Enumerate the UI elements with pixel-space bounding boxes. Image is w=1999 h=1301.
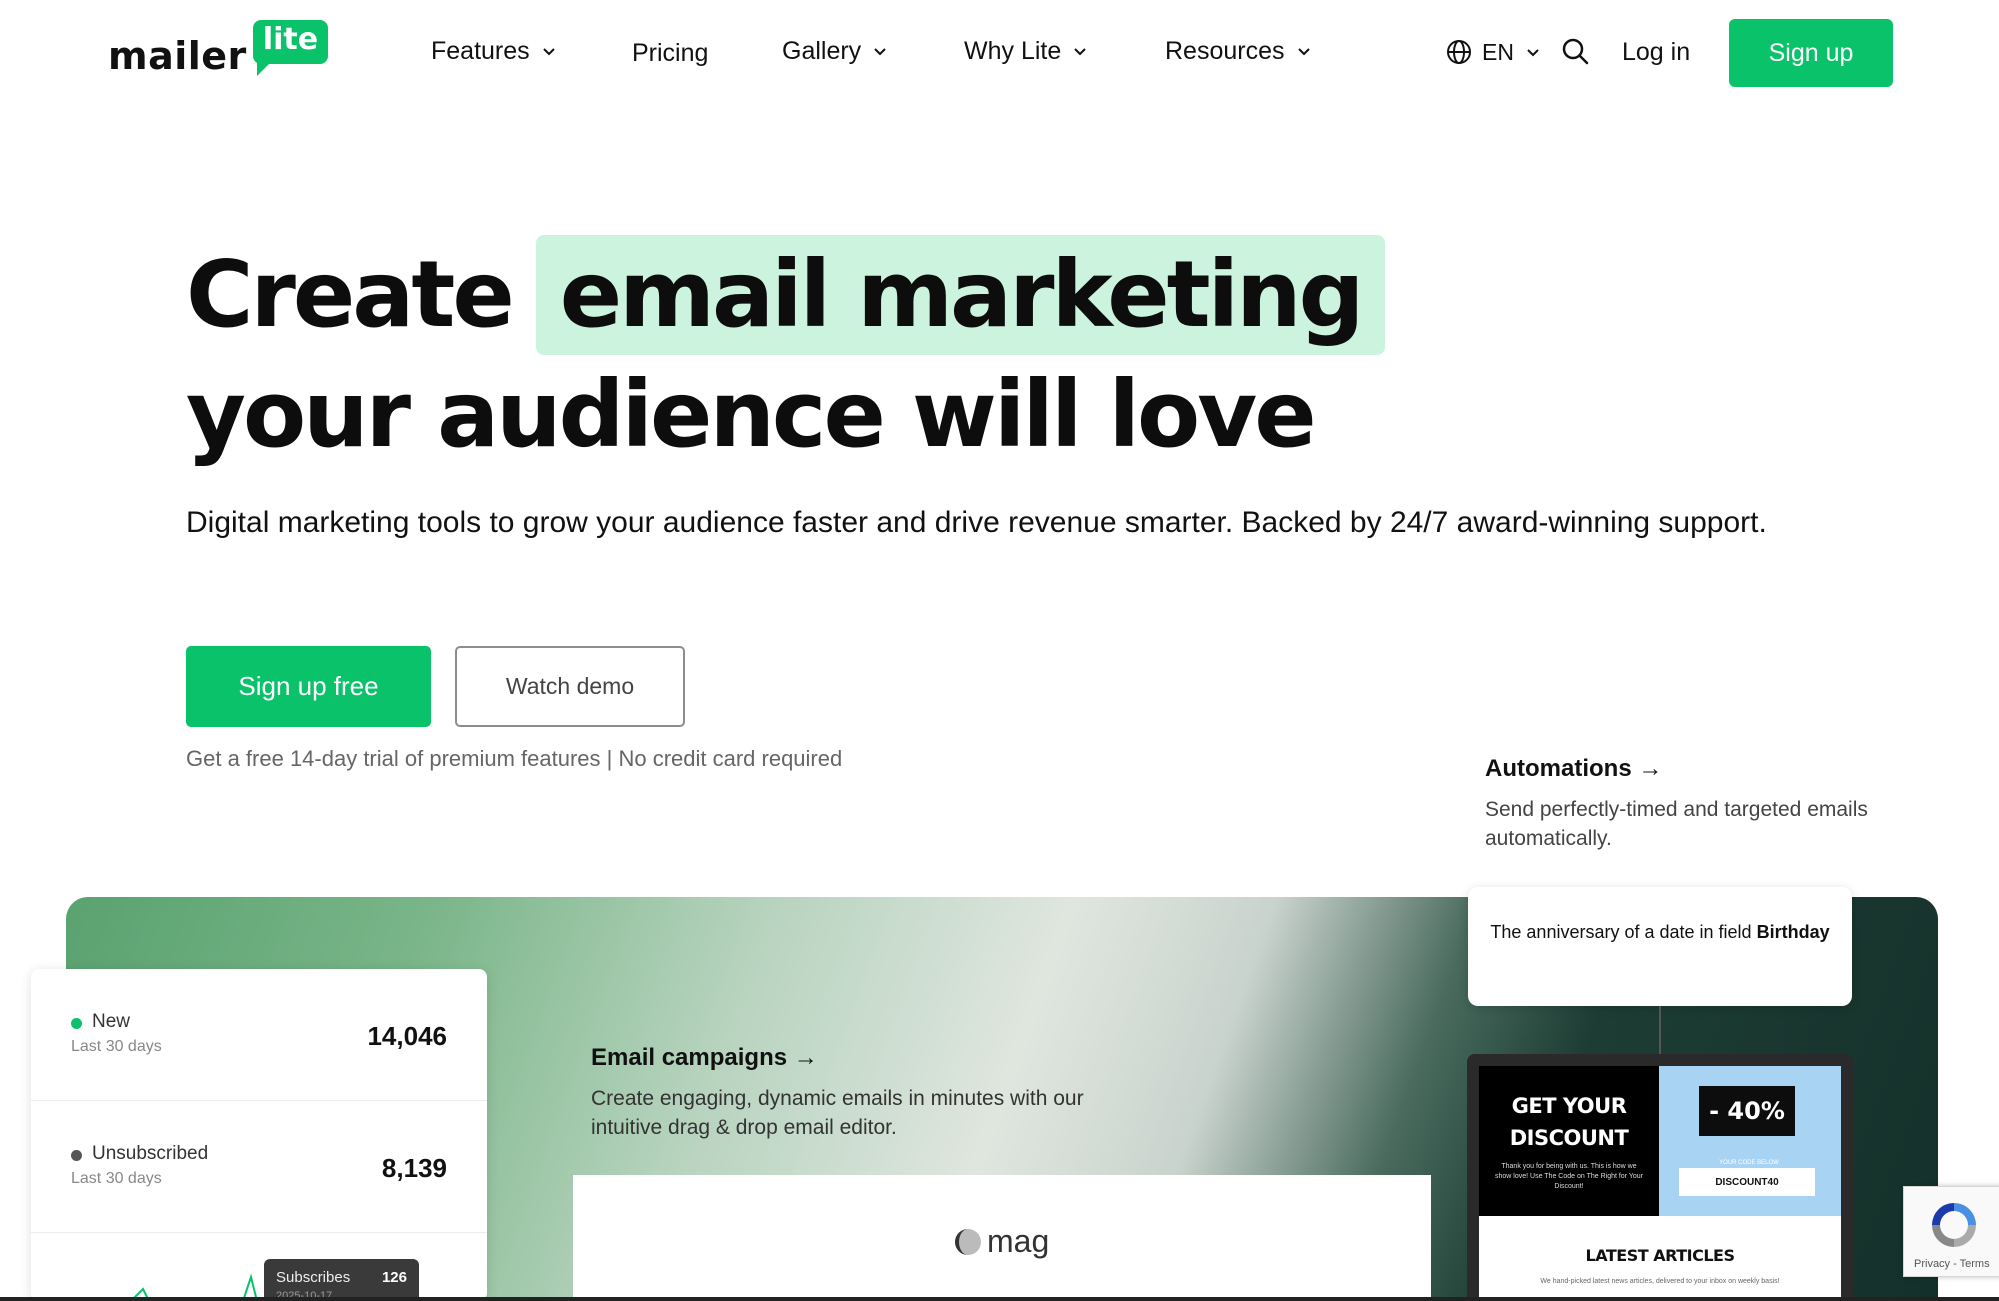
code-label: YOUR CODE BELOW — [1719, 1160, 1779, 1166]
headline-pre: Create — [186, 241, 515, 348]
nav-resources-label: Resources — [1165, 36, 1285, 65]
globe-icon — [1447, 40, 1471, 64]
nav-gallery-label: Gallery — [782, 36, 862, 65]
nav-gallery[interactable]: Gallery — [782, 34, 887, 68]
discount-percent: - 40% — [1699, 1086, 1795, 1136]
headline-line-1: Create email marketing — [186, 235, 1386, 355]
discount-code: DISCOUNT40 — [1679, 1168, 1815, 1196]
chart-tooltip: Subscribes 126 2025-10-17 — [264, 1259, 419, 1301]
nav-why-lite[interactable]: Why Lite — [964, 34, 1087, 68]
status-dot-green — [71, 1018, 82, 1029]
automations-description: Send perfectly-timed and targeted emails… — [1485, 798, 1868, 850]
signup-free-button[interactable]: Sign up free — [186, 646, 431, 727]
tooltip-value: 126 — [381, 1269, 407, 1286]
nav-features[interactable]: Features — [431, 34, 556, 68]
latest-articles-sub: We hand-picked latest news articles, del… — [1540, 1278, 1780, 1285]
automation-connector — [1659, 1006, 1661, 1054]
stat-label: Unsubscribed — [92, 1143, 209, 1164]
recaptcha-icon — [1932, 1203, 1976, 1247]
chevron-down-icon — [1297, 48, 1310, 56]
nav-pricing-label: Pricing — [632, 38, 709, 67]
login-link[interactable]: Log in — [1622, 36, 1690, 68]
nav-why-lite-label: Why Lite — [964, 36, 1062, 65]
tooltip-label: Subscribes — [276, 1269, 351, 1286]
language-label: EN — [1482, 38, 1514, 65]
half-moon-icon — [955, 1228, 981, 1255]
watch-demo-button[interactable]: Watch demo — [455, 646, 685, 727]
chevron-down-icon — [1527, 49, 1539, 57]
recaptcha-links[interactable]: Privacy - Terms — [1914, 1258, 1990, 1270]
mag-brand: mag — [953, 1223, 1049, 1260]
recaptcha-badge[interactable]: Privacy - Terms — [1903, 1186, 1999, 1277]
nav-pricing[interactable]: Pricing — [632, 36, 708, 70]
stat-period: Last 30 days — [71, 1170, 162, 1187]
trigger-field: Birthday — [1756, 922, 1830, 942]
trial-note: Get a free 14-day trial of premium featu… — [186, 746, 843, 771]
chevron-down-icon — [542, 48, 555, 56]
email-campaigns-link[interactable]: Email campaigns → — [591, 1044, 818, 1072]
status-dot-gray — [71, 1150, 82, 1161]
viewport-bottom-edge — [0, 1297, 1999, 1301]
signup-button[interactable]: Sign up — [1729, 19, 1893, 87]
trigger-text: The anniversary of a date in field Birth… — [1468, 921, 1852, 944]
discount-panel: GET YOUR DISCOUNT Thank you for being wi… — [1479, 1066, 1659, 1216]
email-campaigns-description: Create engaging, dynamic emails in minut… — [591, 1087, 1084, 1139]
discount-headline: GET YOUR DISCOUNT — [1509, 1094, 1629, 1150]
hero-headline: Create email marketing your audience wil… — [186, 235, 1386, 475]
stat-row-unsubscribed: Unsubscribed Last 30 days 8,139 — [31, 1101, 487, 1233]
logo-word: mailer — [108, 34, 247, 78]
mag-brand-label: mag — [987, 1223, 1050, 1259]
search-icon[interactable] — [1560, 36, 1590, 66]
nav-resources[interactable]: Resources — [1165, 34, 1311, 68]
automations-link[interactable]: Automations → — [1485, 755, 1662, 783]
latest-articles-heading: LATEST ARTICLES — [1585, 1246, 1735, 1265]
site-header: mailer lite Features Pricing Gallery Why… — [0, 0, 1999, 104]
hero-subtext: Digital marketing tools to grow your aud… — [186, 506, 1767, 539]
stat-value: 14,046 — [367, 1021, 447, 1051]
chevron-down-icon — [874, 48, 886, 56]
subscriber-stats-card: New Last 30 days 14,046 Unsubscribed Las… — [31, 969, 487, 1301]
trigger-text-pre: The anniversary of a date in field — [1490, 922, 1752, 942]
automation-trigger-card: The anniversary of a date in field Birth… — [1468, 887, 1852, 1006]
stat-row-new: New Last 30 days 14,046 — [31, 969, 487, 1101]
email-editor-preview: mag — [573, 1175, 1431, 1301]
stat-period: Last 30 days — [71, 1038, 162, 1055]
stat-label: New — [92, 1011, 131, 1032]
headline-line-2: your audience will love — [186, 361, 1317, 468]
logo-badge: lite — [252, 20, 329, 76]
headline-highlight: email marketing — [535, 235, 1386, 355]
email-template-preview: GET YOUR DISCOUNT Thank you for being wi… — [1467, 1054, 1853, 1301]
nav-features-label: Features — [431, 36, 530, 65]
discount-code-panel: - 40% YOUR CODE BELOW DISCOUNT40 — [1659, 1066, 1841, 1216]
discount-body: Thank you for being with us. This is how… — [1495, 1163, 1643, 1190]
chevron-down-icon — [1074, 48, 1086, 56]
mailerlite-logo[interactable]: mailer lite — [108, 20, 329, 78]
language-selector[interactable]: EN — [1446, 36, 1540, 68]
stat-value: 8,139 — [381, 1153, 447, 1183]
